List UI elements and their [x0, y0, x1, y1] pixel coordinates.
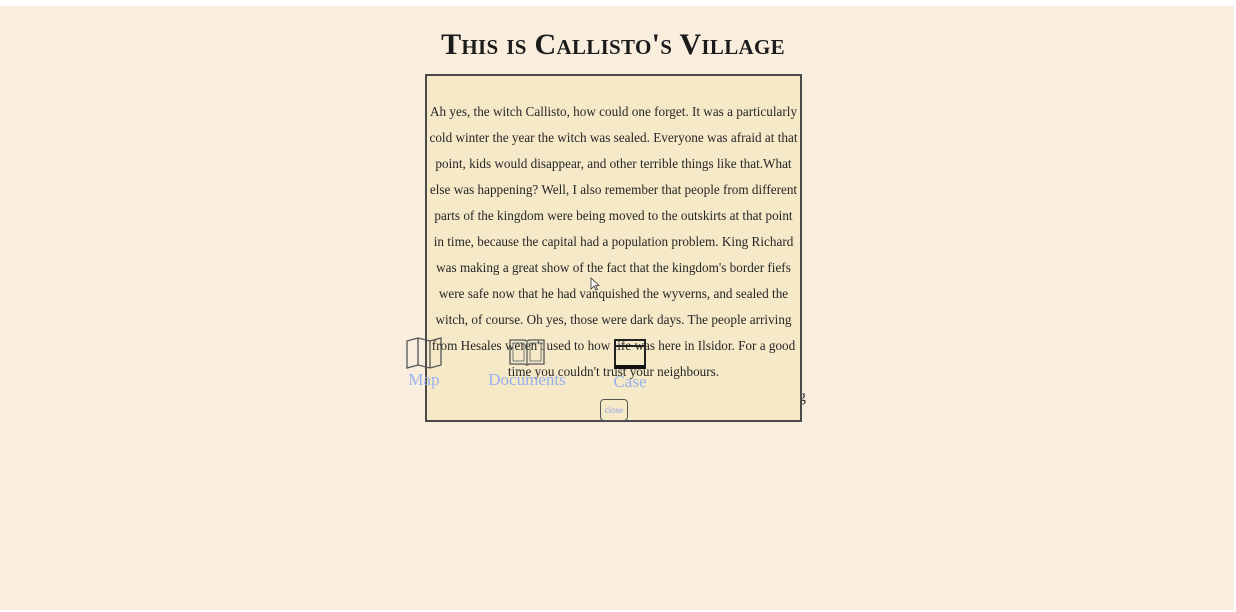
page-title: This is Callisto's Village — [441, 28, 785, 61]
nav-map-label: Map — [408, 370, 440, 389]
case-icon — [614, 339, 646, 369]
top-strip — [0, 0, 1236, 6]
nav-documents-label: Documents — [488, 370, 566, 389]
nav-documents[interactable]: Documents — [482, 336, 572, 390]
nav-map[interactable]: Map — [402, 336, 446, 390]
mouse-cursor-icon — [590, 277, 600, 291]
close-button[interactable]: close — [600, 399, 628, 421]
nav-case[interactable]: Case — [606, 336, 654, 392]
book-icon — [509, 339, 545, 366]
nav-case-label: Case — [613, 372, 647, 391]
map-icon — [406, 337, 442, 369]
